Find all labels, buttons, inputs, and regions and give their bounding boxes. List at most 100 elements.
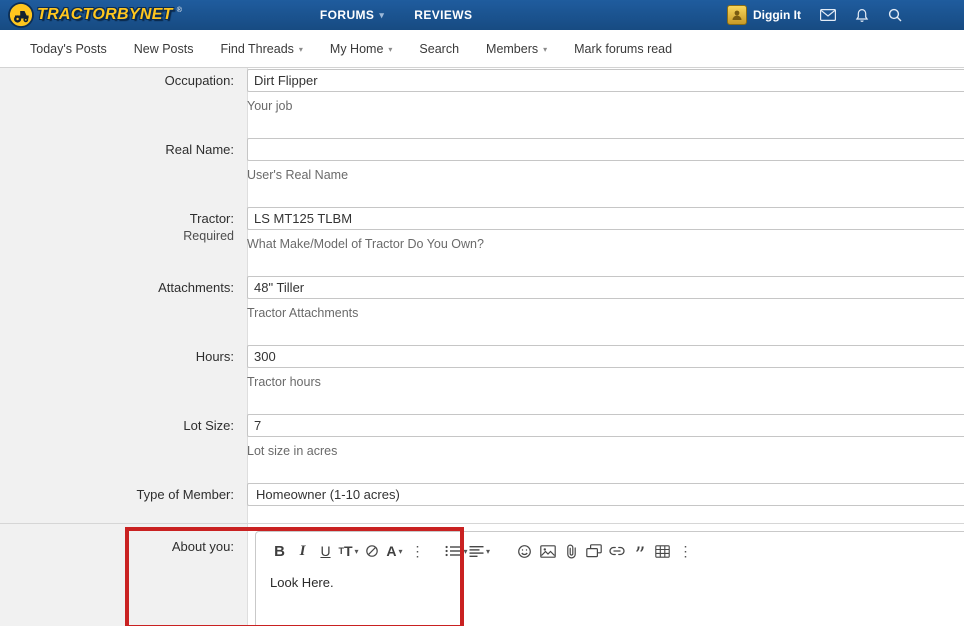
profile-form: Occupation: Your job Real Name: User's R… — [0, 68, 964, 626]
occupation-label: Occupation: — [0, 69, 247, 113]
insert-table-button[interactable] — [651, 539, 674, 563]
member-type-select[interactable]: Homeowner (1-10 acres) — [247, 483, 964, 506]
italic-button[interactable]: I — [291, 539, 314, 563]
attachments-label: Attachments: — [0, 276, 247, 320]
about-editor-content[interactable]: Look Here. — [256, 565, 964, 600]
occupation-help-text: Your job — [247, 99, 964, 113]
alignment-icon — [469, 545, 484, 557]
chevron-down-icon: ▾ — [486, 547, 490, 556]
subnav-members[interactable]: Members ▾ — [486, 42, 547, 56]
subnav-label: Members — [486, 42, 538, 56]
tractor-logo-icon — [8, 2, 34, 28]
nav-reviews[interactable]: REVIEWS — [414, 8, 472, 22]
bold-button[interactable]: B — [268, 539, 291, 563]
alignment-button[interactable]: ▾ — [468, 539, 491, 563]
real-name-label: Real Name: — [0, 138, 247, 182]
member-type-label: Type of Member: — [0, 483, 247, 506]
subnav-new-posts[interactable]: New Posts — [134, 42, 194, 56]
nav-forums[interactable]: FORUMS ▾ — [320, 8, 384, 22]
registered-mark: ® — [177, 7, 182, 14]
hours-help-text: Tractor hours — [247, 375, 964, 389]
font-size-button[interactable]: TT ▾ — [337, 539, 360, 563]
hours-input[interactable] — [247, 345, 964, 368]
more-options-button[interactable]: ⋮ — [406, 539, 429, 563]
underline-button[interactable]: U — [314, 539, 337, 563]
subnav-todays-posts[interactable]: Today's Posts — [30, 42, 107, 56]
remove-formatting-icon — [365, 544, 379, 558]
attachments-input[interactable] — [247, 276, 964, 299]
form-row-attachments: Attachments: Tractor Attachments — [0, 276, 964, 320]
top-navigation: TRACTORBYNET ® FORUMS ▾ REVIEWS Diggin I… — [0, 0, 964, 30]
secondary-navigation: Today's Posts New Posts Find Threads ▾ M… — [0, 30, 964, 68]
nav-forums-label: FORUMS — [320, 8, 374, 22]
attach-files-button[interactable] — [559, 539, 582, 563]
chevron-down-icon: ▾ — [399, 547, 403, 556]
occupation-input[interactable] — [247, 69, 964, 92]
editor-toolbar: B I U TT ▾ — [256, 532, 964, 565]
insert-link-button[interactable] — [605, 539, 628, 563]
real-name-help-text: User's Real Name — [247, 168, 964, 182]
form-row-tractor: Tractor: Required What Make/Model of Tra… — [0, 207, 964, 251]
tractor-help-text: What Make/Model of Tractor Do You Own? — [247, 237, 964, 251]
mail-icon[interactable] — [820, 9, 836, 21]
hours-label: Hours: — [0, 345, 247, 389]
insert-image-button[interactable] — [536, 539, 559, 563]
form-row-member-type: Type of Member: Homeowner (1-10 acres) — [0, 483, 964, 506]
chevron-down-icon: ▾ — [463, 547, 467, 556]
tractor-label: Tractor: — [0, 211, 234, 226]
lot-size-help-text: Lot size in acres — [247, 444, 964, 458]
brand-name: TRACTORBYNET — [37, 6, 173, 24]
font-color-glyph: A — [386, 543, 396, 559]
real-name-input[interactable] — [247, 138, 964, 161]
chevron-down-icon: ▾ — [299, 45, 303, 54]
paperclip-icon — [564, 544, 578, 559]
chevron-down-icon: ▾ — [379, 10, 384, 21]
lot-size-label: Lot Size: — [0, 414, 247, 458]
subnav-label: Find Threads — [220, 42, 293, 56]
attachments-help-text: Tractor Attachments — [247, 306, 964, 320]
subnav-label: Today's Posts — [30, 42, 107, 56]
font-size-large-glyph: T — [344, 543, 353, 559]
topnav-links: FORUMS ▾ REVIEWS — [320, 8, 472, 22]
quote-button[interactable]: ” — [628, 543, 651, 567]
subnav-label: My Home — [330, 42, 383, 56]
user-menu[interactable]: Diggin It — [727, 5, 801, 25]
remove-formatting-button[interactable] — [360, 539, 383, 563]
link-icon — [609, 546, 625, 556]
subnav-search[interactable]: Search — [419, 42, 459, 56]
subnav-find-threads[interactable]: Find Threads ▾ — [220, 42, 302, 56]
more-options-2-button[interactable]: ⋮ — [674, 539, 697, 563]
username: Diggin It — [753, 8, 801, 22]
subnav-label: New Posts — [134, 42, 194, 56]
form-row-real-name: Real Name: User's Real Name — [0, 138, 964, 182]
about-rich-text-editor: B I U TT ▾ — [255, 531, 964, 626]
subnav-mark-forums-read[interactable]: Mark forums read — [574, 42, 672, 56]
smilies-button[interactable] — [513, 539, 536, 563]
tractor-input[interactable] — [247, 207, 964, 230]
chevron-down-icon: ▾ — [388, 45, 392, 54]
image-icon — [540, 545, 556, 558]
subnav-label: Mark forums read — [574, 42, 672, 56]
subnav-my-home[interactable]: My Home ▾ — [330, 42, 393, 56]
form-row-lot-size: Lot Size: Lot size in acres — [0, 414, 964, 458]
gallery-embed-button[interactable] — [582, 539, 605, 563]
list-icon — [445, 545, 461, 557]
table-icon — [655, 545, 670, 558]
nav-reviews-label: REVIEWS — [414, 8, 472, 22]
form-row-hours: Hours: Tractor hours — [0, 345, 964, 389]
brand-logo[interactable]: TRACTORBYNET ® — [8, 3, 182, 28]
tractor-required-note: Required — [0, 229, 234, 243]
lot-size-input[interactable] — [247, 414, 964, 437]
avatar — [727, 5, 747, 25]
subnav-label: Search — [419, 42, 459, 56]
bell-icon[interactable] — [855, 8, 869, 23]
chevron-down-icon: ▾ — [543, 45, 547, 54]
search-icon[interactable] — [888, 8, 902, 22]
gallery-icon — [586, 544, 602, 558]
chevron-down-icon: ▾ — [355, 547, 359, 556]
font-color-button[interactable]: A ▾ — [383, 539, 406, 563]
list-button[interactable]: ▾ — [445, 539, 468, 563]
topnav-right: Diggin It — [727, 5, 902, 25]
about-you-section: About you: B I U TT ▾ — [0, 523, 964, 626]
about-you-label: About you: — [0, 524, 247, 626]
